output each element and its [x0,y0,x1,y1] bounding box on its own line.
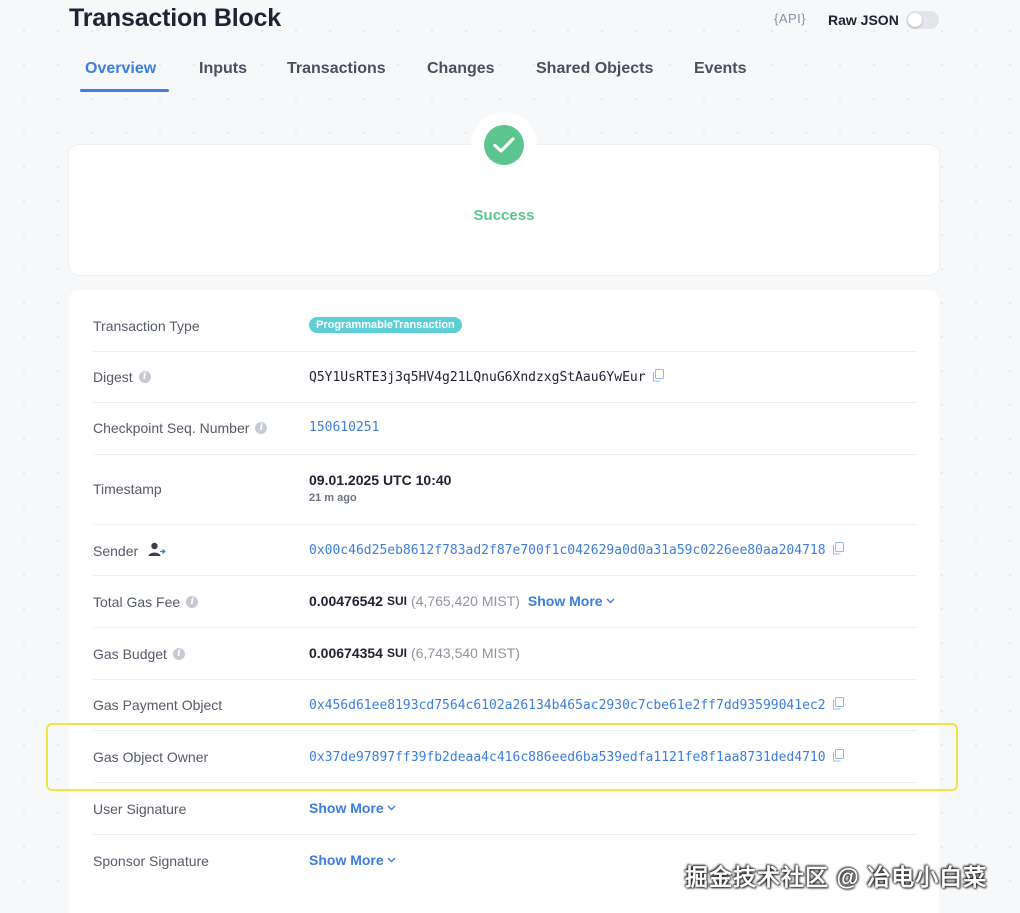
gas-budget-value: 0.00674354 SUI (6,743,540 MIST) [309,645,520,661]
copy-icon[interactable] [832,749,844,765]
total-gas-fee-mist: (4,765,420 MIST) [410,593,520,609]
gas-budget-unit: SUI [386,646,407,660]
checkpoint-link[interactable]: 150610251 [309,420,379,435]
row-gas-payment-object: Gas Payment Object 0x456d61ee8193cd7564c… [93,680,917,731]
gas-payment-object-value: 0x456d61ee8193cd7564c6102a26134b465ac293… [309,697,844,713]
user-signature-value: Show More [309,800,396,816]
total-gas-fee-show-more[interactable]: Show More [528,593,615,609]
check-circle-icon [484,125,524,165]
row-gas-object-owner: Gas Object Owner 0x37de97897ff39fb2deaa4… [93,731,917,783]
row-sender: Sender 0x00c46d25eb8612f783ad2f87e700f1c… [93,525,917,576]
gas-payment-object-label: Gas Payment Object [93,697,222,713]
sponsor-signature-show-more[interactable]: Show More [309,852,396,868]
sender-label: Sender [93,542,166,560]
gas-budget-mist: (6,743,540 MIST) [410,645,520,661]
info-icon[interactable]: i [138,371,151,383]
sponsor-signature-label: Sponsor Signature [93,853,209,869]
row-total-gas-fee: Total Gas Fee i 0.00476542 SUI (4,765,42… [93,576,917,628]
gas-object-owner-label-text: Gas Object Owner [93,749,209,765]
show-more-label: Show More [309,852,384,868]
transaction-type-value: ProgrammableTransaction [309,317,462,333]
row-checkpoint: Checkpoint Seq. Number i 150610251 [93,403,917,455]
details-card: Transaction Type ProgrammableTransaction… [69,290,939,913]
user-arrow-icon [148,542,166,560]
timestamp-relative: 21 m ago [309,492,357,504]
timestamp-value: 09.01.2025 UTC 10:40 21 m ago [309,472,451,504]
row-timestamp: Timestamp 09.01.2025 UTC 10:40 21 m ago [93,455,917,525]
page-title: Transaction Block [69,4,281,32]
tab-transactions[interactable]: Transactions [287,60,386,78]
transaction-type-pill: ProgrammableTransaction [309,317,462,333]
chevron-down-icon [387,805,396,811]
show-more-label: Show More [309,800,384,816]
gas-payment-object-link[interactable]: 0x456d61ee8193cd7564c6102a26134b465ac293… [309,698,826,713]
tab-overview[interactable]: Overview [85,60,156,78]
copy-icon[interactable] [652,369,664,385]
user-signature-label-text: User Signature [93,801,187,817]
digest-hash: Q5Y1UsRTE3j3q5HV4g21LQnuG6XndzxgStAau6Yw… [309,369,646,385]
total-gas-fee-amount: 0.00476542 [309,593,383,609]
raw-json-label: Raw JSON [828,12,899,28]
digest-label-text: Digest [93,369,133,385]
gas-budget-label: Gas Budget i [93,646,185,662]
api-link[interactable]: {API} [774,11,806,26]
total-gas-fee-label: Total Gas Fee i [93,594,199,610]
show-more-label: Show More [527,593,603,609]
checkpoint-value: 150610251 [309,420,379,435]
user-signature-label: User Signature [93,801,186,817]
sponsor-signature-value: Show More [309,852,396,868]
gas-object-owner-link[interactable]: 0x37de97897ff39fb2deaa4c416c886eed6ba539… [309,750,826,765]
chevron-down-icon [387,857,396,863]
raw-json-toggle[interactable] [906,11,939,29]
timestamp-label-text: Timestamp [93,481,162,497]
row-gas-budget: Gas Budget i 0.00674354 SUI (6,743,540 M… [93,628,917,680]
gas-object-owner-label: Gas Object Owner [93,749,208,765]
toggle-knob [908,13,922,27]
sender-label-text: Sender [93,543,139,559]
checkpoint-label: Checkpoint Seq. Number i [93,420,268,436]
digest-value: Q5Y1UsRTE3j3q5HV4g21LQnuG6XndzxgStAau6Yw… [309,369,664,385]
watermark: 掘金技术社区 @ 冶电小白菜 [685,864,988,890]
timestamp-label: Timestamp [93,481,162,497]
transaction-type-label: Transaction Type [93,318,200,334]
sponsor-signature-label-text: Sponsor Signature [93,853,209,869]
info-icon[interactable]: i [255,422,268,434]
gas-budget-amount: 0.00674354 [309,645,383,661]
gas-budget-label-text: Gas Budget [93,646,167,662]
active-tab-indicator [80,89,169,92]
copy-icon[interactable] [832,697,844,713]
row-transaction-type: Transaction Type ProgrammableTransaction [93,300,917,352]
tab-inputs[interactable]: Inputs [199,60,247,78]
sender-value: 0x00c46d25eb8612f783ad2f87e700f1c042629a… [309,542,844,558]
row-digest: Digest i Q5Y1UsRTE3j3q5HV4g21LQnuG6Xndzx… [93,352,917,403]
info-icon[interactable]: i [186,596,199,608]
total-gas-fee-value: 0.00476542 SUI (4,765,420 MIST) Show Mor… [309,593,615,609]
tab-changes[interactable]: Changes [427,60,495,78]
sender-address-link[interactable]: 0x00c46d25eb8612f783ad2f87e700f1c042629a… [309,543,826,558]
gas-object-owner-value: 0x37de97897ff39fb2deaa4c416c886eed6ba539… [309,749,844,765]
user-signature-show-more[interactable]: Show More [309,800,396,816]
copy-icon[interactable] [832,542,844,558]
info-icon[interactable]: i [172,648,185,660]
tab-events[interactable]: Events [694,60,746,78]
digest-label: Digest i [93,369,151,385]
checkpoint-label-text: Checkpoint Seq. Number [93,420,250,436]
total-gas-fee-label-text: Total Gas Fee [93,594,181,610]
timestamp-date: 09.01.2025 UTC 10:40 [309,472,452,488]
row-user-signature: User Signature Show More [93,783,917,835]
total-gas-fee-unit: SUI [386,594,407,608]
status-badge [471,112,537,178]
status-text: Success [473,207,535,224]
gas-payment-object-label-text: Gas Payment Object [93,697,223,713]
transaction-type-label-text: Transaction Type [93,318,200,334]
chevron-down-icon [606,598,615,604]
tab-shared-objects[interactable]: Shared Objects [536,60,653,78]
